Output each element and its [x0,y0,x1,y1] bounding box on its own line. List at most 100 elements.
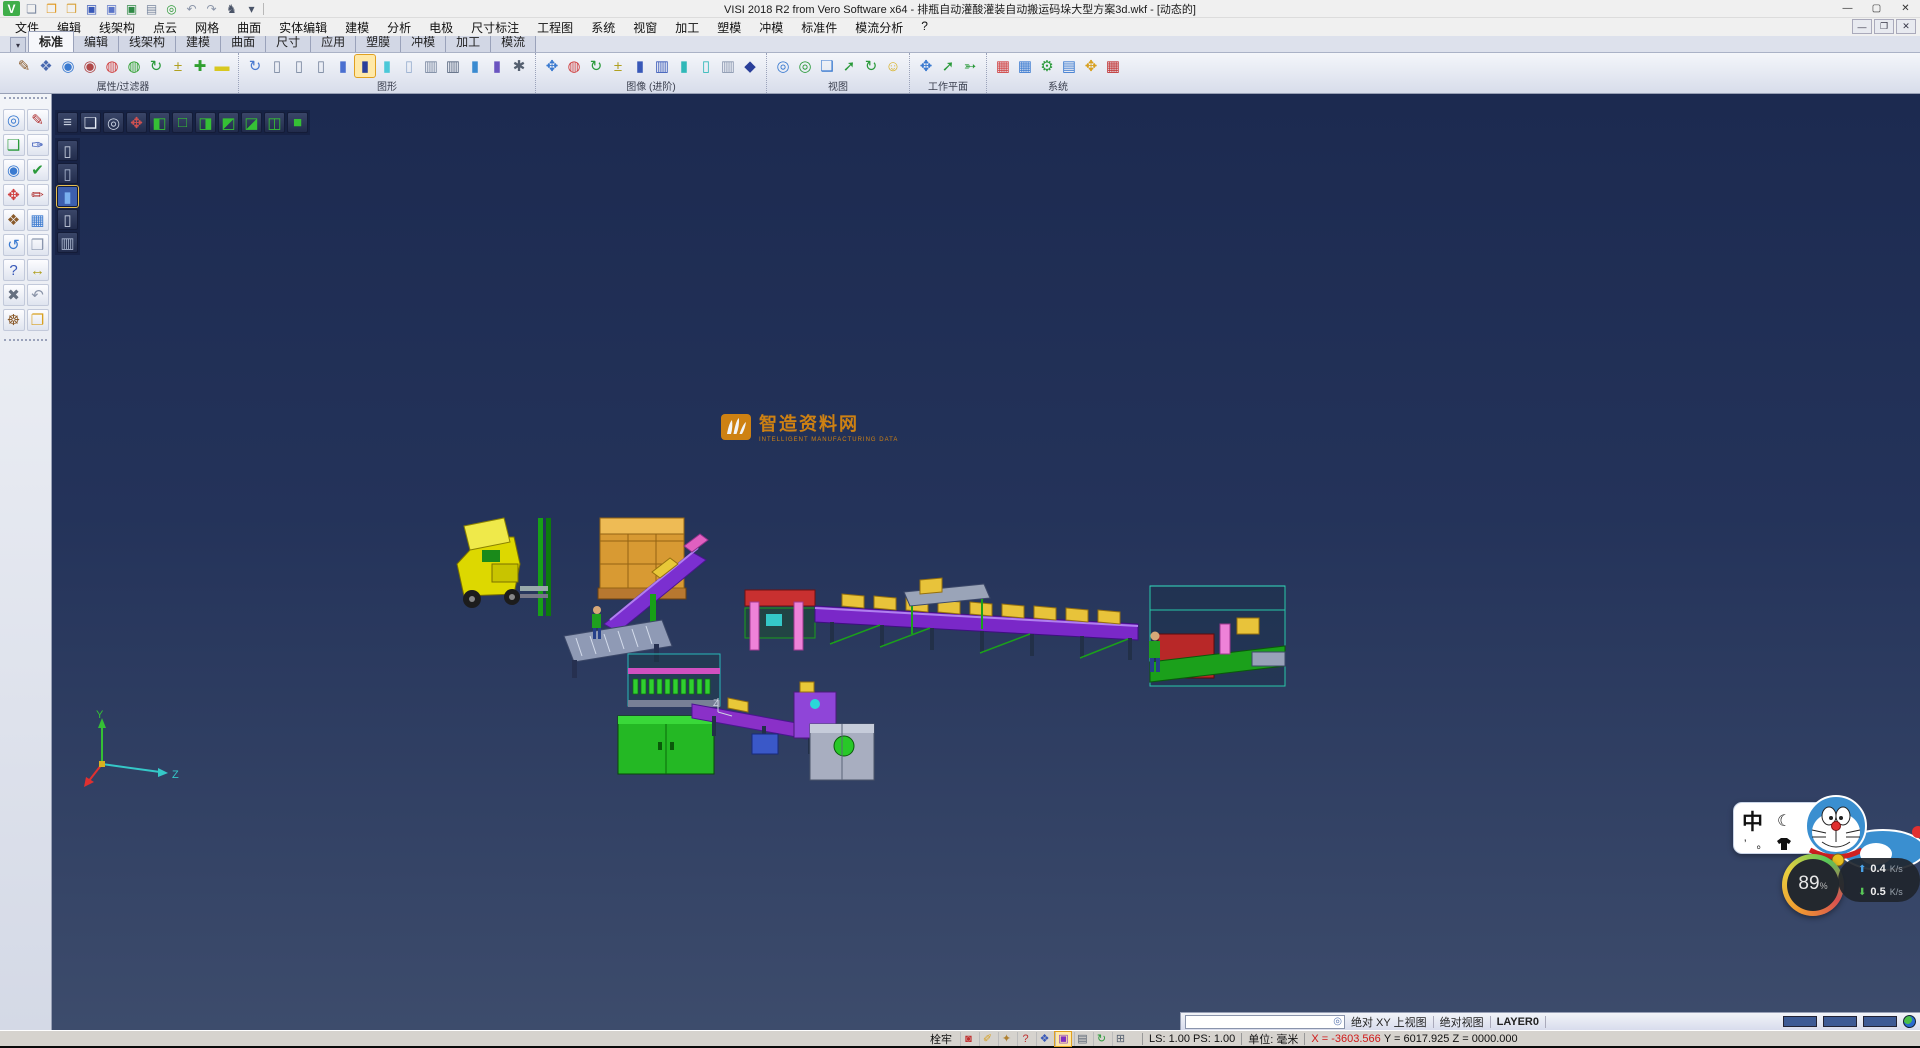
mdi-restore-button[interactable]: ❐ [1874,19,1894,34]
hand-select-icon[interactable]: ✥ [1081,55,1101,77]
menu-item[interactable]: 实体编辑 [270,18,336,37]
refresh-shading-icon[interactable]: ↻ [245,55,265,77]
undo-step-icon[interactable]: ↶ [27,284,49,306]
shaded-transparent-icon[interactable]: ▮ [377,55,397,77]
menu-item[interactable]: ? [912,18,937,37]
dynamic-shade-icon[interactable]: ▮ [465,55,485,77]
menu-item[interactable]: 分析 [378,18,420,37]
mdi-close-button[interactable]: ✕ [1896,19,1916,34]
print-icon[interactable]: ▤ [143,1,160,16]
system-settings-icon[interactable]: ⚙ [1037,55,1057,77]
image-refresh-icon[interactable]: ↻ [586,55,606,77]
snap-lock-label[interactable]: 栓牢 [930,1031,952,1047]
menu-item[interactable]: 冲模 [750,18,792,37]
image-toggle-icon[interactable]: ± [608,55,628,77]
menu-item[interactable]: 视窗 [624,18,666,37]
shaded-icon[interactable]: ▮ [333,55,353,77]
dock-grip[interactable] [4,339,47,347]
menu-item[interactable]: 加工 [666,18,708,37]
workplane-align-icon[interactable]: ➚ [938,55,958,77]
rotate-view-icon[interactable]: ↻ [861,55,881,77]
hidden-dashed-icon[interactable]: ▯ [311,55,331,77]
cylinder-check-icon[interactable]: ▮ [674,55,694,77]
close-button[interactable]: ✕ [1891,0,1920,17]
pan-arrow-icon[interactable]: ➚ [839,55,859,77]
export-folder-icon[interactable]: ❐ [27,309,49,331]
context-help-icon[interactable]: ? [1017,1032,1033,1046]
spline-edit-icon[interactable]: ✑ [27,134,49,156]
remove-visible-icon[interactable]: ◉ [80,55,100,77]
save-as-icon[interactable]: ▣ [103,1,120,16]
network-speeds[interactable]: ⬆ 0.4 K/s ⬇ 0.5 K/s [1838,858,1920,902]
grid-plane-icon[interactable]: ▦ [27,209,49,231]
edit-attributes-icon[interactable]: ✎ [14,55,34,77]
image-traffic-icon[interactable]: ◍ [564,55,584,77]
workplane-box-icon[interactable]: ▣ [1055,1032,1071,1046]
window-select-icon[interactable]: ❑ [3,134,25,156]
preview-icon[interactable]: ◎ [163,1,180,16]
measure-icon[interactable]: ↔ [27,259,49,281]
menu-item[interactable]: 线架构 [90,18,144,37]
refresh-visibility-icon[interactable]: ↻ [146,55,166,77]
active-layer-label[interactable]: LAYER0 [1497,1016,1539,1028]
add-visible-icon[interactable]: ◉ [58,55,78,77]
command-search-input[interactable]: ◎ [1185,1015,1345,1029]
ime-skin-icon[interactable] [1777,838,1791,850]
menu-item[interactable]: 系统 [582,18,624,37]
battery-gauge[interactable]: 89 % [1782,854,1844,916]
hide-selected-icon[interactable]: ▬ [212,55,232,77]
wireframe-icon[interactable]: ▯ [267,55,287,77]
qa-dropdown-icon[interactable]: ▾ [243,1,260,16]
tab-dropdown-icon[interactable]: ▾ [10,37,26,52]
menu-item[interactable]: 曲面 [228,18,270,37]
build-tools-icon[interactable]: ✦ [998,1032,1014,1046]
color-swatch[interactable] [1783,1016,1817,1027]
section-shade-icon[interactable]: ▮ [487,55,507,77]
cylinder-blue-icon[interactable]: ▮ [630,55,650,77]
undo-icon[interactable]: ↶ [183,1,200,16]
zoom-window-icon[interactable]: ◎ [795,55,815,77]
save-icon[interactable]: ▣ [83,1,100,16]
sketch-erase-icon[interactable]: ✎ [27,109,49,131]
wand-icon[interactable]: ✐ [979,1032,995,1046]
hidden-line-icon[interactable]: ▯ [289,55,309,77]
menu-item[interactable]: 工程图 [528,18,582,37]
layer-stack-icon[interactable]: ▤ [1074,1032,1090,1046]
linetype-swatch[interactable] [1823,1016,1857,1027]
snap-icon[interactable]: ❖ [1036,1032,1052,1046]
solid-view-icon[interactable]: ◆ [740,55,760,77]
zoom-inout-icon[interactable]: ◎ [773,55,793,77]
cylinder-striped-icon[interactable]: ▥ [652,55,672,77]
refresh-view-icon[interactable]: ↺ [3,234,25,256]
cylinder-link-icon[interactable]: ▯ [696,55,716,77]
maximize-button[interactable]: ▢ [1862,0,1891,17]
solid-cube-icon[interactable]: ❒ [27,234,49,256]
tools-wheel-icon[interactable]: ☸ [3,309,25,331]
ime-comma-icon[interactable]: ’ [1744,838,1746,850]
3d-viewport[interactable]: ≡❑◎✥◧□◨◩◪◫■ ▯▯▮▯▥ 智造资料网 INTELLIGENT MANU… [52,94,1920,1030]
curve-edit-icon[interactable]: ✏ [27,184,49,206]
redo-icon[interactable]: ↷ [203,1,220,16]
new-file-icon[interactable]: ❏ [23,1,40,16]
color-palette-icon[interactable]: ▦ [993,55,1013,77]
menu-item[interactable]: 点云 [144,18,186,37]
menu-item[interactable]: 网格 [186,18,228,37]
hatch-icon[interactable]: ▥ [421,55,441,77]
grid-panel-icon[interactable]: ▦ [1103,55,1123,77]
open-recent-icon[interactable]: ❒ [63,1,80,16]
ime-period-icon[interactable]: 。 [1756,836,1767,852]
help-icon[interactable]: ? [3,259,25,281]
workplane-icon[interactable]: ✥ [3,184,25,206]
shaded-edges-icon[interactable]: ▮ [355,55,375,77]
save-all-icon[interactable]: ▣ [123,1,140,16]
minimize-button[interactable]: — [1833,0,1862,17]
menu-item[interactable]: 塑模 [708,18,750,37]
tab[interactable]: 标准 [28,31,74,52]
workplane-axes-icon[interactable]: ✥ [916,55,936,77]
view-mode-label[interactable]: 绝对 XY 上视图 [1351,1014,1427,1030]
mdi-minimize-button[interactable]: — [1852,19,1872,34]
hatch-dark-icon[interactable]: ▥ [443,55,463,77]
menu-item[interactable]: 标准件 [792,18,846,37]
dock-grip[interactable] [4,97,47,105]
calendar-tools-icon[interactable]: ▤ [1059,55,1079,77]
